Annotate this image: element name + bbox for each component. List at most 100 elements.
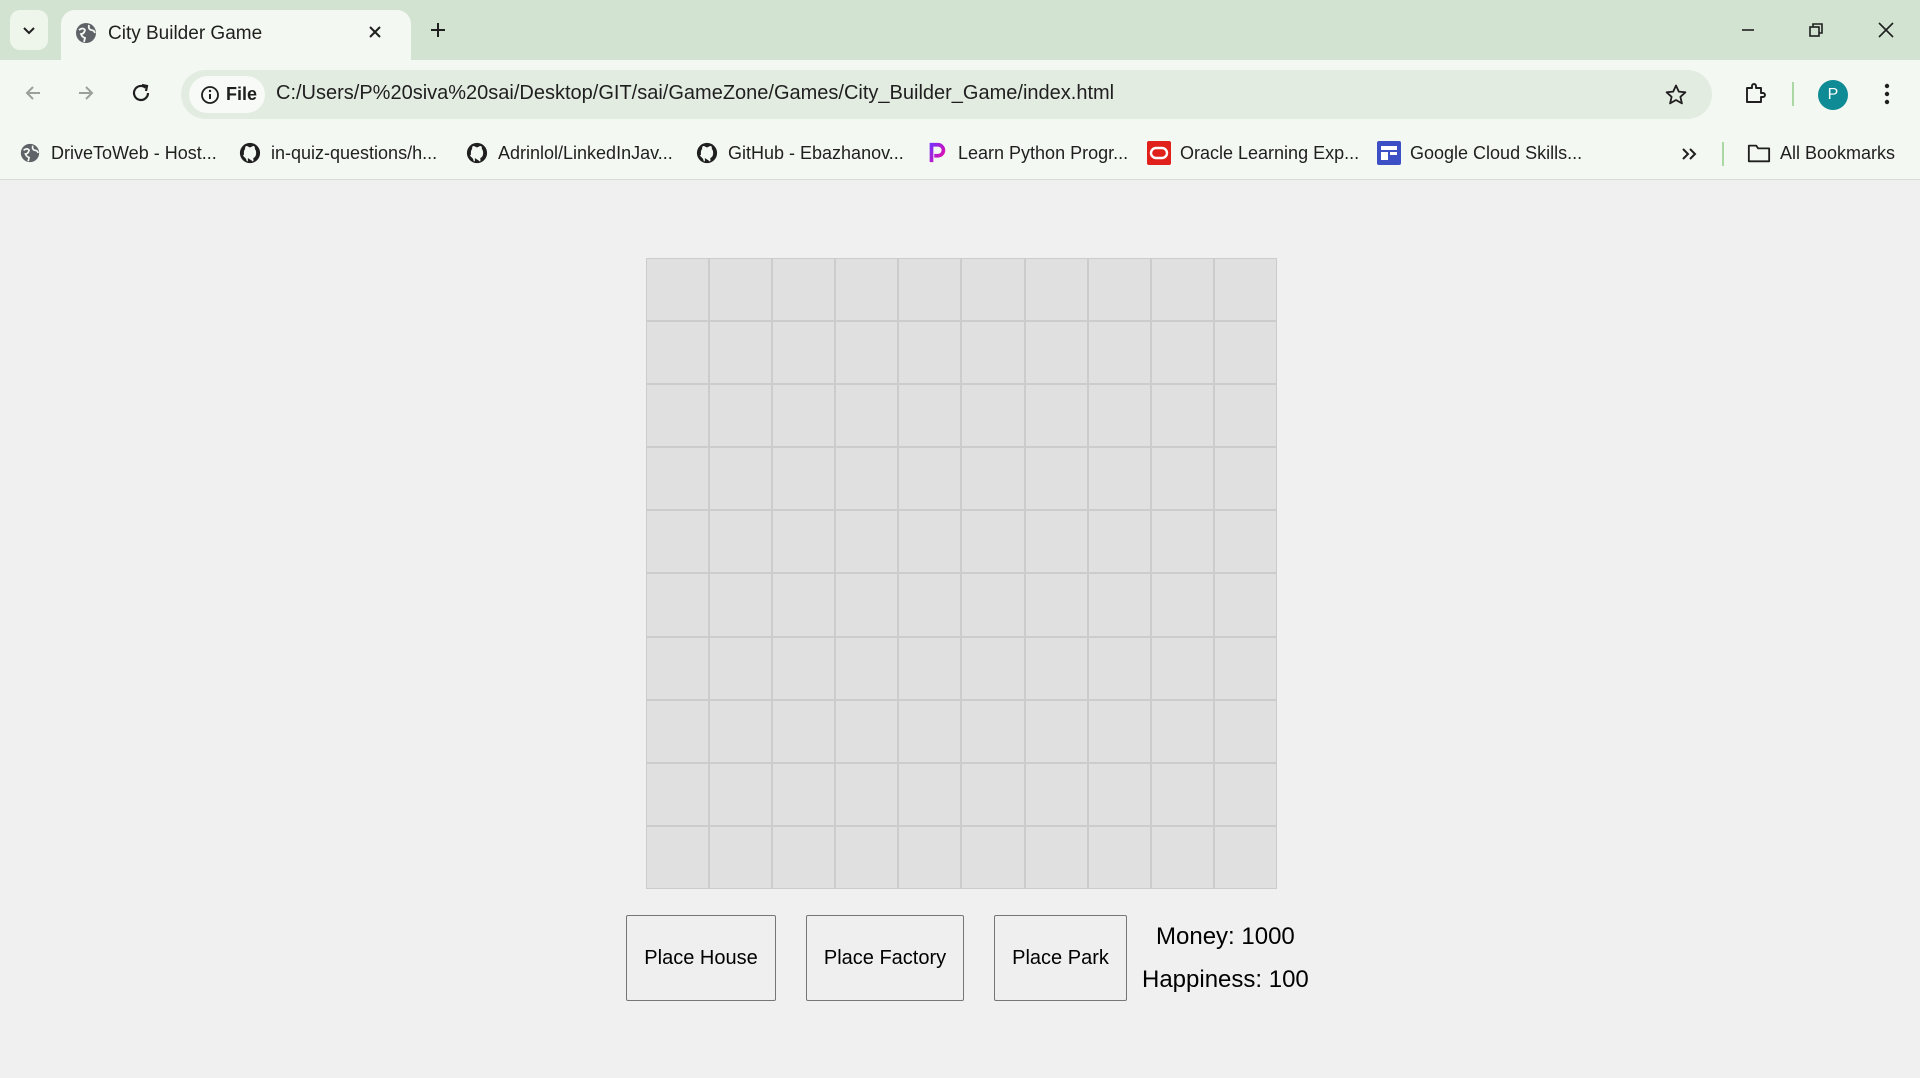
grid-cell[interactable] bbox=[772, 258, 836, 322]
grid-cell[interactable] bbox=[835, 636, 899, 700]
bookmark-item[interactable]: Oracle Learning Exp... bbox=[1147, 137, 1359, 169]
grid-cell[interactable] bbox=[1024, 636, 1088, 700]
grid-cell[interactable] bbox=[772, 699, 836, 763]
bookmark-item[interactable]: DriveToWeb - Host... bbox=[18, 137, 217, 169]
grid-cell[interactable] bbox=[961, 573, 1025, 637]
grid-cell[interactable] bbox=[1024, 699, 1088, 763]
site-info-chip[interactable]: File bbox=[189, 76, 265, 113]
grid-cell[interactable] bbox=[835, 573, 899, 637]
grid-cell[interactable] bbox=[835, 258, 899, 322]
grid-cell[interactable] bbox=[1087, 384, 1151, 448]
minimize-button[interactable] bbox=[1728, 12, 1768, 48]
close-window-button[interactable] bbox=[1866, 12, 1906, 48]
grid-cell[interactable] bbox=[1150, 636, 1214, 700]
grid-cell[interactable] bbox=[1024, 573, 1088, 637]
grid-cell[interactable] bbox=[1024, 510, 1088, 574]
grid-cell[interactable] bbox=[898, 384, 962, 448]
extensions-button[interactable] bbox=[1735, 73, 1775, 113]
reload-button[interactable] bbox=[121, 73, 161, 113]
grid-cell[interactable] bbox=[1087, 321, 1151, 385]
grid-cell[interactable] bbox=[709, 447, 773, 511]
grid-cell[interactable] bbox=[961, 762, 1025, 826]
grid-cell[interactable] bbox=[961, 384, 1025, 448]
grid-cell[interactable] bbox=[772, 321, 836, 385]
browser-menu-button[interactable] bbox=[1872, 76, 1902, 112]
forward-button[interactable] bbox=[66, 73, 106, 113]
grid-cell[interactable] bbox=[961, 636, 1025, 700]
place-factory-button[interactable]: Place Factory bbox=[806, 915, 964, 1001]
grid-cell[interactable] bbox=[646, 384, 710, 448]
grid-cell[interactable] bbox=[646, 447, 710, 511]
grid-cell[interactable] bbox=[961, 825, 1025, 889]
grid-cell[interactable] bbox=[1150, 321, 1214, 385]
grid-cell[interactable] bbox=[898, 447, 962, 511]
grid-cell[interactable] bbox=[1024, 762, 1088, 826]
bookmark-item[interactable]: Adrinlol/LinkedInJav... bbox=[465, 137, 673, 169]
profile-avatar[interactable]: P bbox=[1818, 80, 1848, 110]
grid-cell[interactable] bbox=[835, 384, 899, 448]
grid-cell[interactable] bbox=[646, 510, 710, 574]
grid-cell[interactable] bbox=[1087, 825, 1151, 889]
bookmark-item[interactable]: Learn Python Progr... bbox=[925, 137, 1128, 169]
grid-cell[interactable] bbox=[961, 447, 1025, 511]
grid-cell[interactable] bbox=[961, 699, 1025, 763]
grid-cell[interactable] bbox=[898, 573, 962, 637]
restore-button[interactable] bbox=[1796, 12, 1836, 48]
grid-cell[interactable] bbox=[1213, 447, 1277, 511]
grid-cell[interactable] bbox=[1087, 510, 1151, 574]
bookmark-star-button[interactable] bbox=[1662, 81, 1690, 109]
grid-cell[interactable] bbox=[1087, 762, 1151, 826]
grid-cell[interactable] bbox=[709, 762, 773, 826]
grid-cell[interactable] bbox=[709, 321, 773, 385]
grid-cell[interactable] bbox=[1213, 321, 1277, 385]
grid-cell[interactable] bbox=[898, 510, 962, 574]
grid-cell[interactable] bbox=[709, 258, 773, 322]
grid-cell[interactable] bbox=[1150, 258, 1214, 322]
grid-cell[interactable] bbox=[1087, 699, 1151, 763]
tab-search-button[interactable] bbox=[10, 10, 48, 50]
grid-cell[interactable] bbox=[709, 699, 773, 763]
grid-cell[interactable] bbox=[709, 510, 773, 574]
grid-cell[interactable] bbox=[898, 762, 962, 826]
grid-cell[interactable] bbox=[1213, 699, 1277, 763]
grid-cell[interactable] bbox=[772, 447, 836, 511]
url-text[interactable]: C:/Users/P%20siva%20sai/Desktop/GIT/sai/… bbox=[276, 82, 1114, 105]
close-tab-button[interactable] bbox=[361, 18, 389, 46]
grid-cell[interactable] bbox=[646, 699, 710, 763]
grid-cell[interactable] bbox=[1213, 762, 1277, 826]
bookmark-item[interactable]: in-quiz-questions/h... bbox=[238, 137, 437, 169]
grid-cell[interactable] bbox=[772, 636, 836, 700]
grid-cell[interactable] bbox=[835, 825, 899, 889]
grid-cell[interactable] bbox=[709, 825, 773, 889]
grid-cell[interactable] bbox=[1150, 573, 1214, 637]
grid-cell[interactable] bbox=[709, 636, 773, 700]
grid-cell[interactable] bbox=[646, 321, 710, 385]
grid-cell[interactable] bbox=[835, 699, 899, 763]
grid-cell[interactable] bbox=[772, 384, 836, 448]
grid-cell[interactable] bbox=[646, 636, 710, 700]
grid-cell[interactable] bbox=[1213, 636, 1277, 700]
grid-cell[interactable] bbox=[1150, 825, 1214, 889]
grid-cell[interactable] bbox=[1150, 699, 1214, 763]
grid-cell[interactable] bbox=[646, 573, 710, 637]
grid-cell[interactable] bbox=[709, 573, 773, 637]
grid-cell[interactable] bbox=[835, 447, 899, 511]
grid-cell[interactable] bbox=[1150, 384, 1214, 448]
grid-cell[interactable] bbox=[1213, 258, 1277, 322]
place-house-button[interactable]: Place House bbox=[626, 915, 776, 1001]
bookmark-item[interactable]: Google Cloud Skills... bbox=[1377, 137, 1582, 169]
address-bar[interactable]: File C:/Users/P%20siva%20sai/Desktop/GIT… bbox=[181, 70, 1712, 119]
new-tab-button[interactable] bbox=[422, 14, 454, 46]
grid-cell[interactable] bbox=[772, 510, 836, 574]
grid-cell[interactable] bbox=[898, 636, 962, 700]
grid-cell[interactable] bbox=[835, 510, 899, 574]
active-tab[interactable]: City Builder Game bbox=[61, 10, 411, 60]
place-park-button[interactable]: Place Park bbox=[994, 915, 1127, 1001]
grid-cell[interactable] bbox=[646, 825, 710, 889]
grid-cell[interactable] bbox=[1150, 510, 1214, 574]
grid-cell[interactable] bbox=[835, 321, 899, 385]
grid-cell[interactable] bbox=[709, 384, 773, 448]
bookmark-item[interactable]: GitHub - Ebazhanov... bbox=[695, 137, 904, 169]
more-bookmarks-button[interactable] bbox=[1673, 140, 1705, 168]
grid-cell[interactable] bbox=[1024, 258, 1088, 322]
